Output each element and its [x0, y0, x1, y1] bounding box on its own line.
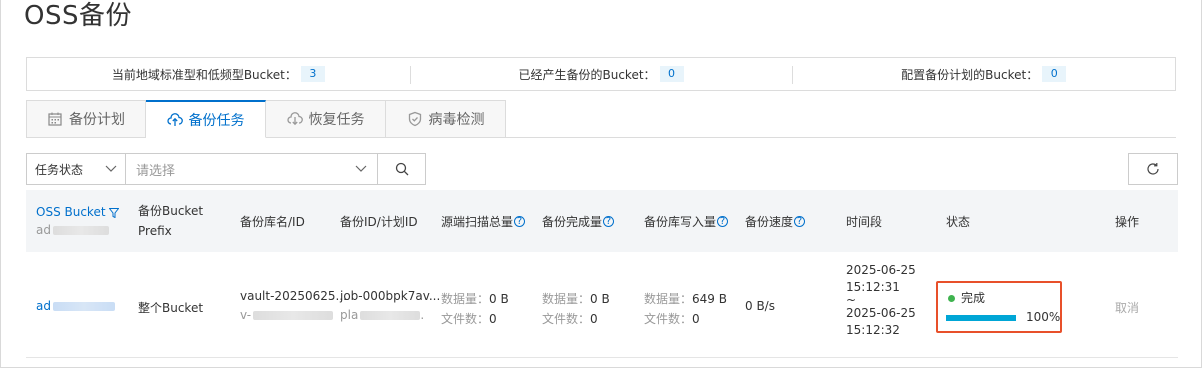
stat-label: 当前地域标准型和低频型Bucket： — [111, 67, 297, 82]
header-speed: 备份速度? — [745, 190, 806, 252]
refresh-icon — [1147, 163, 1159, 175]
header-vault: 备份库名/ID — [240, 214, 305, 229]
filter-field-label: 任务状态 — [35, 162, 84, 177]
tab-restore-jobs[interactable]: 恢复任务 — [266, 100, 386, 138]
cell-scanned: 数据量：0 B 文件数：0 — [441, 292, 509, 326]
header-oss-bucket[interactable]: OSS Bucket ad — [36, 190, 120, 252]
stats-bar: 当前地域标准型和低频型Bucket： 3 已经产生备份的Bucket： 0 配置… — [26, 57, 1176, 91]
tab-bar: 备份计划 备份任务 恢复任务 病毒检测 — [26, 100, 506, 138]
cell-period: 2025-06-25 15:12:31 ~ 2025-06-25 15:12:3… — [846, 263, 916, 337]
stat-planned-buckets: 配置备份计划的Bucket： 0 — [792, 58, 1175, 90]
job-id: job-000bpk7av... — [340, 289, 441, 303]
page-title: OSS备份 — [24, 1, 132, 31]
header-completed: 备份完成量? — [542, 190, 615, 252]
chevron-down-icon — [105, 165, 117, 172]
header-status: 状态 — [946, 214, 971, 229]
status-select-placeholder: 请选择 — [136, 163, 176, 179]
header-bucket-subtext: ad — [36, 223, 51, 237]
header-prefix: 备份Bucket Prefix — [138, 204, 204, 238]
header-job: 备份ID/计划ID — [340, 214, 418, 229]
backup-jobs-table: OSS Bucket ad 备份Bucket Prefix 备份库名/ID 备份… — [26, 190, 1178, 358]
cell-prefix: 整个Bucket — [138, 301, 204, 315]
refresh-button[interactable] — [1128, 153, 1178, 185]
search-button[interactable] — [377, 153, 426, 185]
status-highlight: 完成 100% — [936, 281, 1062, 333]
cell-job: job-000bpk7av... pla. — [340, 289, 441, 322]
stat-value: 3 — [300, 66, 325, 82]
status-label: 完成 — [948, 289, 985, 306]
header-period: 时间段 — [846, 214, 883, 229]
cell-vault: vault-20250625... v- — [240, 289, 347, 322]
status-select[interactable]: 请选择 — [125, 153, 378, 185]
progress-fill — [946, 315, 1016, 321]
progress-label: 100% — [1026, 310, 1061, 324]
cancel-link[interactable]: 取消 — [1115, 299, 1139, 316]
cloud-upload-icon — [166, 112, 183, 126]
cell-bucket[interactable]: ad — [36, 299, 115, 313]
tab-backup-jobs[interactable]: 备份任务 — [146, 100, 266, 138]
header-label: OSS Bucket — [36, 205, 106, 219]
tab-label: 备份任务 — [188, 112, 245, 129]
cell-completed: 数据量：0 B 文件数：0 — [542, 292, 610, 326]
stat-label: 已经产生备份的Bucket： — [518, 67, 656, 82]
stat-label: 配置备份计划的Bucket： — [901, 67, 1039, 82]
help-icon[interactable]: ? — [717, 215, 729, 227]
redacted-text — [360, 311, 421, 320]
table-header: OSS Bucket ad 备份Bucket Prefix 备份库名/ID 备份… — [26, 190, 1178, 252]
tab-backup-plan[interactable]: 备份计划 — [26, 100, 146, 138]
help-icon[interactable]: ? — [603, 215, 615, 227]
header-scanned: 源端扫描总量? — [441, 190, 526, 252]
table-row: ad 整个Bucket vault-20250625... v- job-000… — [26, 252, 1178, 358]
tab-virus-scan[interactable]: 病毒检测 — [386, 100, 506, 138]
cell-speed: 0 B/s — [745, 299, 775, 313]
redacted-text — [52, 226, 109, 235]
status-dot — [948, 295, 955, 302]
tab-label: 恢复任务 — [308, 112, 365, 128]
shield-check-icon — [408, 111, 421, 127]
stat-value: 0 — [1042, 66, 1067, 82]
redacted-text — [253, 311, 334, 320]
stat-value: 0 — [659, 66, 684, 82]
vault-id: v- — [240, 308, 252, 322]
filter-field-select[interactable]: 任务状态 — [26, 153, 126, 185]
stat-backed-up-buckets: 已经产生备份的Bucket： 0 — [409, 58, 793, 90]
header-written: 备份库写入量? — [644, 190, 729, 252]
filter-icon[interactable] — [108, 207, 120, 218]
progress-bar — [946, 315, 1016, 321]
header-action: 操作 — [1115, 214, 1140, 229]
redacted-text — [52, 302, 115, 311]
help-icon[interactable]: ? — [514, 215, 526, 227]
search-icon — [395, 162, 408, 176]
plan-id: pla — [340, 308, 359, 322]
cloud-download-icon — [286, 112, 303, 126]
vault-name: vault-20250625... — [240, 289, 347, 303]
tab-label: 病毒检测 — [428, 112, 485, 128]
chevron-down-icon — [355, 165, 367, 172]
cell-written: 数据量：649 B 文件数：0 — [644, 292, 727, 326]
stat-standard-buckets: 当前地域标准型和低频型Bucket： 3 — [27, 58, 410, 90]
tab-label: 备份计划 — [69, 112, 125, 128]
calendar-icon — [48, 112, 62, 126]
help-icon[interactable]: ? — [794, 215, 806, 227]
